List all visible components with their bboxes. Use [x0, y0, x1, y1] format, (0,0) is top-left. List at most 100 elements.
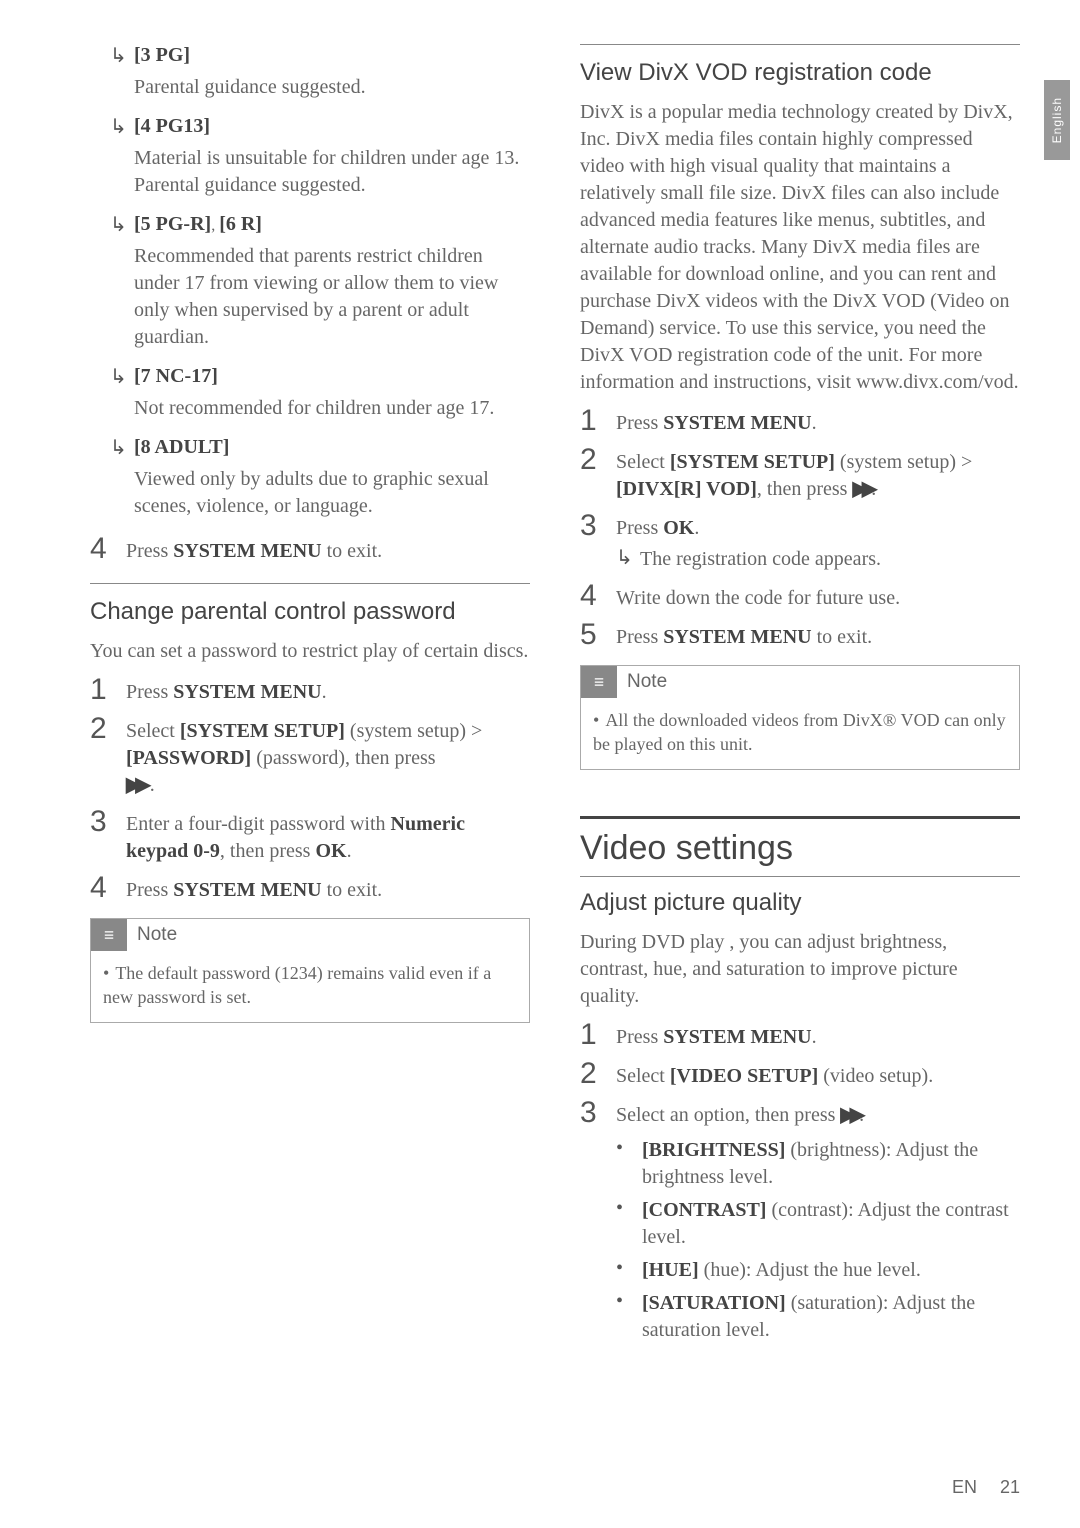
step-number: 5 [580, 620, 616, 650]
note-box: ≡ Note •All the downloaded videos from D… [580, 665, 1020, 770]
bullet-icon: • [616, 1197, 642, 1220]
rating-desc: Not recommended for children under age 1… [134, 395, 530, 422]
footer-lang: EN [952, 1477, 977, 1497]
bullet-icon: • [616, 1290, 642, 1313]
rating-desc: Parental guidance suggested. [134, 74, 530, 101]
note-header: ≡ Note [581, 666, 1019, 698]
step-text: Select [VIDEO SETUP] (video setup). [616, 1059, 933, 1090]
step-item: 3 Enter a four-digit password with Numer… [90, 807, 530, 865]
rating-label: [8 ADULT] [134, 436, 229, 459]
step-number: 2 [90, 714, 126, 744]
list-item: • [SATURATION] (saturation): Adjust the … [616, 1290, 1020, 1344]
step-text: Press SYSTEM MENU. [126, 675, 327, 706]
step-text: Select [SYSTEM SETUP] (system setup) > [… [126, 714, 530, 799]
fast-forward-icon: ▶▶ [840, 1102, 859, 1129]
option-text: [BRIGHTNESS] (brightness): Adjust the br… [642, 1137, 1020, 1191]
page-number: 21 [1000, 1477, 1020, 1497]
rating-item: ↳ [4 PG13] [110, 115, 530, 139]
step-item: 2 Select [VIDEO SETUP] (video setup). [580, 1059, 1020, 1090]
list-item: • [BRIGHTNESS] (brightness): Adjust the … [616, 1137, 1020, 1191]
subsection-title: Adjust picture quality [580, 889, 1020, 917]
divider [580, 876, 1020, 877]
step-item: 3 Press OK. [580, 511, 1020, 542]
result-arrow-icon: ↳ [110, 436, 134, 460]
note-label: Note [617, 671, 667, 693]
subsection-title: Change parental control password [90, 598, 530, 626]
rating-item: ↳ [3 PG] [110, 44, 530, 68]
step-text: Press SYSTEM MENU to exit. [616, 620, 872, 651]
result-text: The registration code appears. [640, 546, 881, 573]
step-text: Select [SYSTEM SETUP] (system setup) > [… [616, 445, 1020, 503]
result-arrow-icon: ↳ [616, 546, 640, 570]
bullet-icon: • [616, 1137, 642, 1160]
step-number: 2 [580, 445, 616, 475]
step-item: 4 Press SYSTEM MENU to exit. [90, 534, 530, 565]
step-text: Enter a four-digit password with Numeric… [126, 807, 530, 865]
step-number: 2 [580, 1059, 616, 1089]
rating-label: [3 PG] [134, 44, 190, 67]
bullet-icon: • [616, 1257, 642, 1280]
step-item: 4 Press SYSTEM MENU to exit. [90, 873, 530, 904]
fast-forward-icon: ▶▶ [126, 772, 145, 799]
step-item: 5 Press SYSTEM MENU to exit. [580, 620, 1020, 651]
step-number: 3 [580, 1098, 616, 1128]
step-number: 4 [90, 534, 126, 564]
bullet-icon: • [593, 710, 599, 730]
step-text: Press OK. [616, 511, 699, 542]
step-text: Press SYSTEM MENU. [616, 406, 817, 437]
step-text: Write down the code for future use. [616, 581, 900, 612]
note-header: ≡ Note [91, 919, 529, 951]
rating-desc: Viewed only by adults due to graphic sex… [134, 466, 530, 520]
divider [90, 583, 530, 584]
list-item: • [CONTRAST] (contrast): Adjust the cont… [616, 1197, 1020, 1251]
step-number: 4 [90, 873, 126, 903]
rating-desc: Material is unsuitable for children unde… [134, 145, 530, 199]
note-content: •All the downloaded videos from DivX® VO… [581, 698, 1019, 769]
right-column: View DivX VOD registration code DivX is … [580, 44, 1020, 1350]
rating-label: [5 PG-R], [6 R] [134, 213, 262, 236]
page-footer: EN 21 [952, 1477, 1020, 1498]
fast-forward-icon: ▶▶ [852, 476, 871, 503]
rating-desc: Recommended that parents restrict childr… [134, 243, 530, 351]
language-tab-label: English [1050, 97, 1064, 143]
rating-item: ↳ [5 PG-R], [6 R] [110, 213, 530, 237]
option-text: [HUE] (hue): Adjust the hue level. [642, 1257, 921, 1284]
body-text: DivX is a popular media technology creat… [580, 99, 1020, 396]
rating-label: [4 PG13] [134, 115, 210, 138]
left-column: ↳ [3 PG] Parental guidance suggested. ↳ … [90, 44, 530, 1350]
two-column-layout: ↳ [3 PG] Parental guidance suggested. ↳ … [90, 44, 1020, 1350]
list-item: • [HUE] (hue): Adjust the hue level. [616, 1257, 1020, 1284]
bullet-icon: • [103, 963, 109, 983]
rating-item: ↳ [7 NC-17] [110, 365, 530, 389]
step-number: 3 [90, 807, 126, 837]
step-item: 1 Press SYSTEM MENU. [90, 675, 530, 706]
option-text: [CONTRAST] (contrast): Adjust the contra… [642, 1197, 1020, 1251]
language-tab: English [1044, 80, 1070, 160]
note-box: ≡ Note •The default password (1234) rema… [90, 918, 530, 1023]
step-text: Press SYSTEM MENU to exit. [126, 534, 382, 565]
step-number: 1 [580, 1020, 616, 1050]
section-title: Video settings [580, 829, 1020, 868]
step-number: 4 [580, 581, 616, 611]
step-text: Press SYSTEM MENU. [616, 1020, 817, 1051]
subsection-title: View DivX VOD registration code [580, 59, 1020, 87]
result-arrow-icon: ↳ [110, 213, 134, 237]
result-arrow-icon: ↳ [110, 365, 134, 389]
step-number: 1 [580, 406, 616, 436]
result-item: ↳ The registration code appears. [616, 546, 1020, 573]
step-item: 1 Press SYSTEM MENU. [580, 406, 1020, 437]
note-content: •The default password (1234) remains val… [91, 951, 529, 1022]
rating-item: ↳ [8 ADULT] [110, 436, 530, 460]
step-text: Select an option, then press ▶▶. [616, 1098, 864, 1129]
divider [580, 44, 1020, 45]
option-list: • [BRIGHTNESS] (brightness): Adjust the … [616, 1137, 1020, 1344]
option-text: [SATURATION] (saturation): Adjust the sa… [642, 1290, 1020, 1344]
step-number: 1 [90, 675, 126, 705]
video-settings-section: Video settings Adjust picture quality Du… [580, 816, 1020, 1344]
step-item: 2 Select [SYSTEM SETUP] (system setup) >… [90, 714, 530, 799]
intro-text: During DVD play , you can adjust brightn… [580, 929, 1020, 1010]
rating-label: [7 NC-17] [134, 365, 218, 388]
step-item: 3 Select an option, then press ▶▶. [580, 1098, 1020, 1129]
result-arrow-icon: ↳ [110, 115, 134, 139]
step-number: 3 [580, 511, 616, 541]
